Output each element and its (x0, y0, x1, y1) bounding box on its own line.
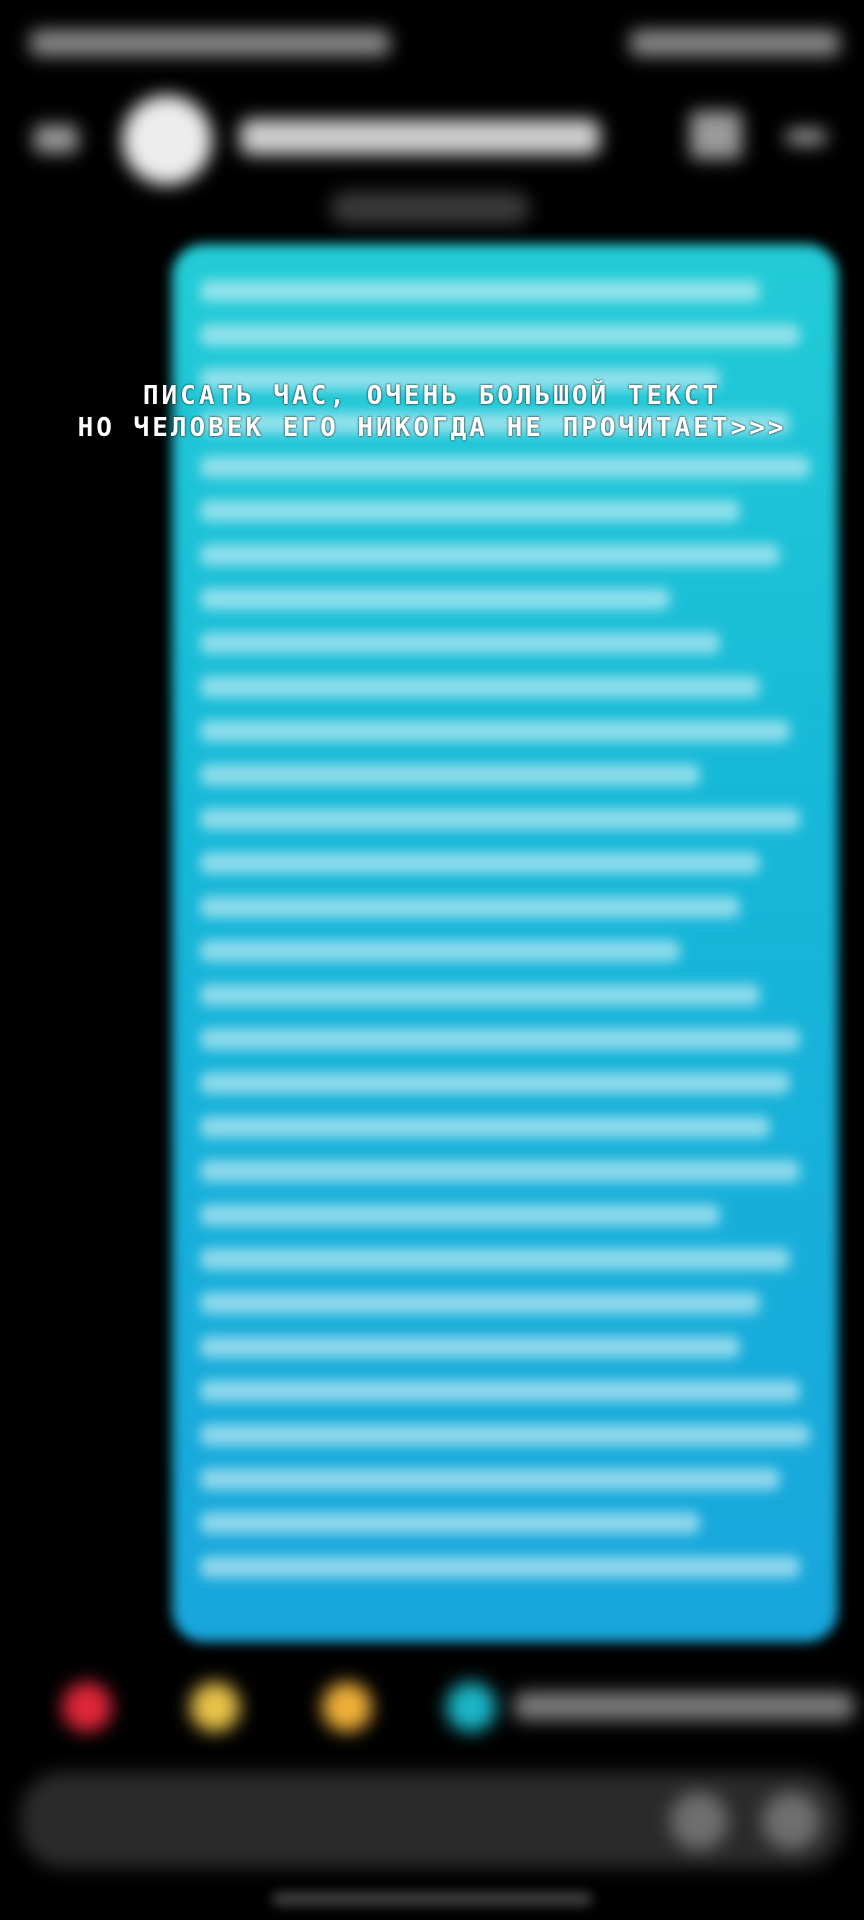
message-text-line (200, 588, 670, 610)
emoji-icon[interactable] (670, 1792, 728, 1850)
message-text-line (200, 1380, 800, 1402)
message-text-line (200, 1424, 810, 1446)
like-reaction-icon[interactable] (322, 1682, 372, 1732)
message-text-line (200, 808, 800, 830)
send-icon[interactable] (762, 1792, 820, 1850)
overlay-caption: ПИСАТЬ ЧАС, ОЧЕНЬ БОЛЬШОЙ ТЕКСТ НО ЧЕЛОВ… (0, 380, 864, 444)
more-reactions-icon[interactable] (446, 1682, 496, 1732)
message-text-line (200, 896, 740, 918)
message-text-line (200, 1028, 800, 1050)
message-text-line (200, 1072, 790, 1094)
message-text-line (200, 1204, 720, 1226)
status-system-icons (630, 30, 840, 56)
message-text-line (200, 1336, 740, 1358)
message-text-line (200, 764, 700, 786)
chat-title[interactable] (240, 119, 600, 155)
heart-reaction-icon[interactable] (62, 1682, 112, 1732)
message-text-line (200, 720, 790, 742)
message-text-line (200, 1248, 790, 1270)
back-arrow-icon[interactable] (34, 125, 78, 153)
message-text-line (200, 676, 760, 698)
message-text-line (200, 280, 760, 302)
reaction-hint (514, 1692, 854, 1720)
avatar[interactable] (122, 95, 212, 185)
date-separator (330, 192, 530, 224)
home-indicator[interactable] (272, 1893, 592, 1905)
message-text-line (200, 984, 760, 1006)
message-text-line (200, 456, 810, 478)
more-icon[interactable] (786, 129, 826, 145)
message-input-bar (20, 1772, 844, 1868)
message-text-line (200, 1556, 800, 1578)
message-text-line (200, 324, 800, 346)
status-bar (30, 22, 840, 62)
message-text-line (200, 1292, 760, 1314)
message-bubble[interactable] (172, 244, 838, 1642)
message-text-line (200, 1468, 780, 1490)
reaction-bar (0, 1660, 864, 1750)
message-text-line (200, 500, 740, 522)
chat-header (0, 85, 864, 195)
message-text-line (200, 1160, 800, 1182)
message-text-line (200, 852, 760, 874)
overlay-caption-line-2: НО ЧЕЛОВЕК ЕГО НИКОГДА НЕ ПРОЧИТАЕТ>>> (77, 413, 787, 443)
message-text-line (200, 544, 780, 566)
message-text-line (200, 1116, 770, 1138)
message-text-line (200, 940, 680, 962)
video-call-icon[interactable] (690, 111, 742, 159)
overlay-caption-line-1: ПИСАТЬ ЧАС, ОЧЕНЬ БОЛЬШОЙ ТЕКСТ (142, 381, 722, 411)
status-time-and-notifications (30, 30, 390, 56)
message-text-line (200, 632, 720, 654)
message-text-line (200, 1512, 700, 1534)
laugh-reaction-icon[interactable] (190, 1682, 240, 1732)
message-input[interactable] (64, 1798, 488, 1844)
